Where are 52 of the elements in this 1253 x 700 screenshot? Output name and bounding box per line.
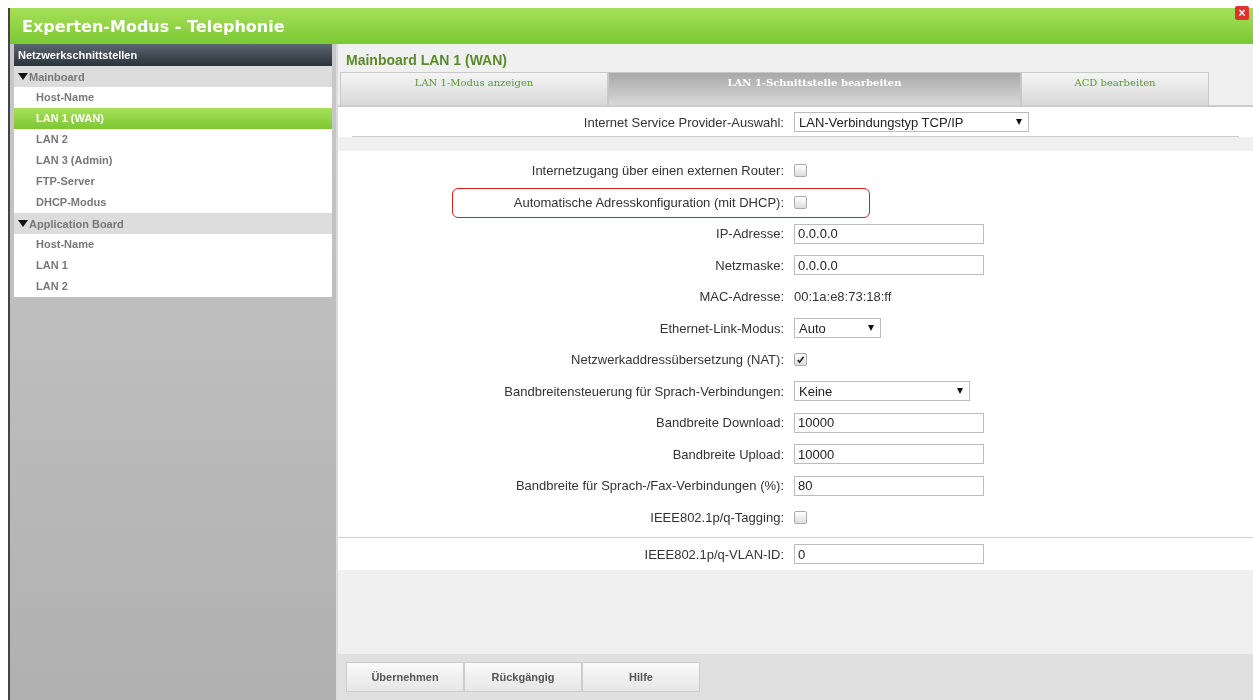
field-label: Bandbreite Upload: — [671, 446, 785, 462]
sidebar-header: Netzwerkschnittstellen — [14, 44, 332, 66]
sidebar-item[interactable]: FTP-Server — [14, 171, 332, 192]
field-label: IEEE802.1p/q-Tagging: — [649, 509, 785, 525]
field-label: Ethernet-Link-Modus: — [658, 320, 785, 336]
checkbox[interactable] — [794, 164, 807, 178]
checkbox[interactable] — [794, 353, 807, 367]
input-field[interactable]: 0 — [794, 544, 984, 564]
field-label: Bandbreite Download: — [655, 415, 785, 431]
field-label: Bandbreite für Sprach-/Fax-Verbindungen (%): — [514, 478, 785, 494]
sidebar-item[interactable]: LAN 2 — [14, 129, 332, 150]
action-button[interactable]: Hilfe — [582, 662, 700, 692]
dropdown[interactable]: Keine — [794, 381, 970, 402]
dropdown-arrow-icon — [1016, 119, 1022, 125]
field-label: Internet Service Provider-Auswahl: — [582, 114, 785, 130]
dropdown-arrow-icon — [957, 388, 963, 395]
tree-group[interactable]: Application Board — [14, 213, 332, 234]
sidebar-item[interactable]: LAN 2 — [14, 276, 332, 297]
input-field[interactable]: 10000 — [794, 412, 984, 433]
checkbox[interactable] — [794, 195, 807, 209]
dropdown[interactable]: LAN-Verbindungstyp TCP/IP — [794, 112, 1029, 132]
tree-group[interactable]: Mainboard — [14, 66, 332, 87]
field-label: MAC-Adresse: — [698, 289, 785, 305]
action-button[interactable]: Rückgängig — [464, 662, 582, 692]
field-label: Automatische Adresskonfiguration (mit DHCP): — [512, 194, 785, 210]
window-title: Experten-Modus - Telephonie — [22, 16, 285, 36]
action-button[interactable]: Übernehmen — [346, 662, 464, 692]
field-label: IP-Adresse: — [715, 226, 785, 242]
field-label: Bandbreitensteuerung für Sprach-Verbindungen: — [503, 383, 785, 399]
checkbox[interactable] — [794, 510, 807, 524]
page-title: Mainboard LAN 1 (WAN) — [345, 51, 508, 70]
tab[interactable]: ACD bearbeiten — [1021, 72, 1209, 105]
sidebar-item[interactable]: LAN 1 — [14, 255, 332, 276]
group-label: Mainboard — [29, 70, 85, 83]
sidebar-item[interactable]: DHCP-Modus — [14, 192, 332, 213]
field-label: Netzmaske: — [714, 257, 785, 273]
input-field[interactable]: 0.0.0.0 — [794, 223, 984, 244]
dropdown-arrow-icon — [868, 325, 874, 332]
group-label: Application Board — [29, 217, 124, 230]
input-field[interactable]: 10000 — [794, 444, 984, 465]
field-label: Netzwerkaddressübersetzung (NAT): — [570, 352, 785, 368]
input-field[interactable]: 0.0.0.0 — [794, 255, 984, 276]
field-value: 00:1a:e8:73:18:ff — [794, 289, 892, 305]
tab[interactable]: LAN 1-Modus anzeigen — [340, 72, 608, 105]
field-label: Internetzugang über einen externen Router: — [530, 163, 785, 179]
sidebar-item[interactable]: Host-Name — [14, 87, 332, 108]
dropdown[interactable]: Auto — [794, 318, 881, 339]
close-button[interactable]: × — [1235, 6, 1249, 20]
sidebar-item[interactable]: Host-Name — [14, 234, 332, 255]
input-field[interactable]: 80 — [794, 475, 984, 496]
field-label: IEEE802.1p/q-VLAN-ID: — [643, 546, 785, 562]
sidebar-item[interactable]: LAN 3 (Admin) — [14, 150, 332, 171]
